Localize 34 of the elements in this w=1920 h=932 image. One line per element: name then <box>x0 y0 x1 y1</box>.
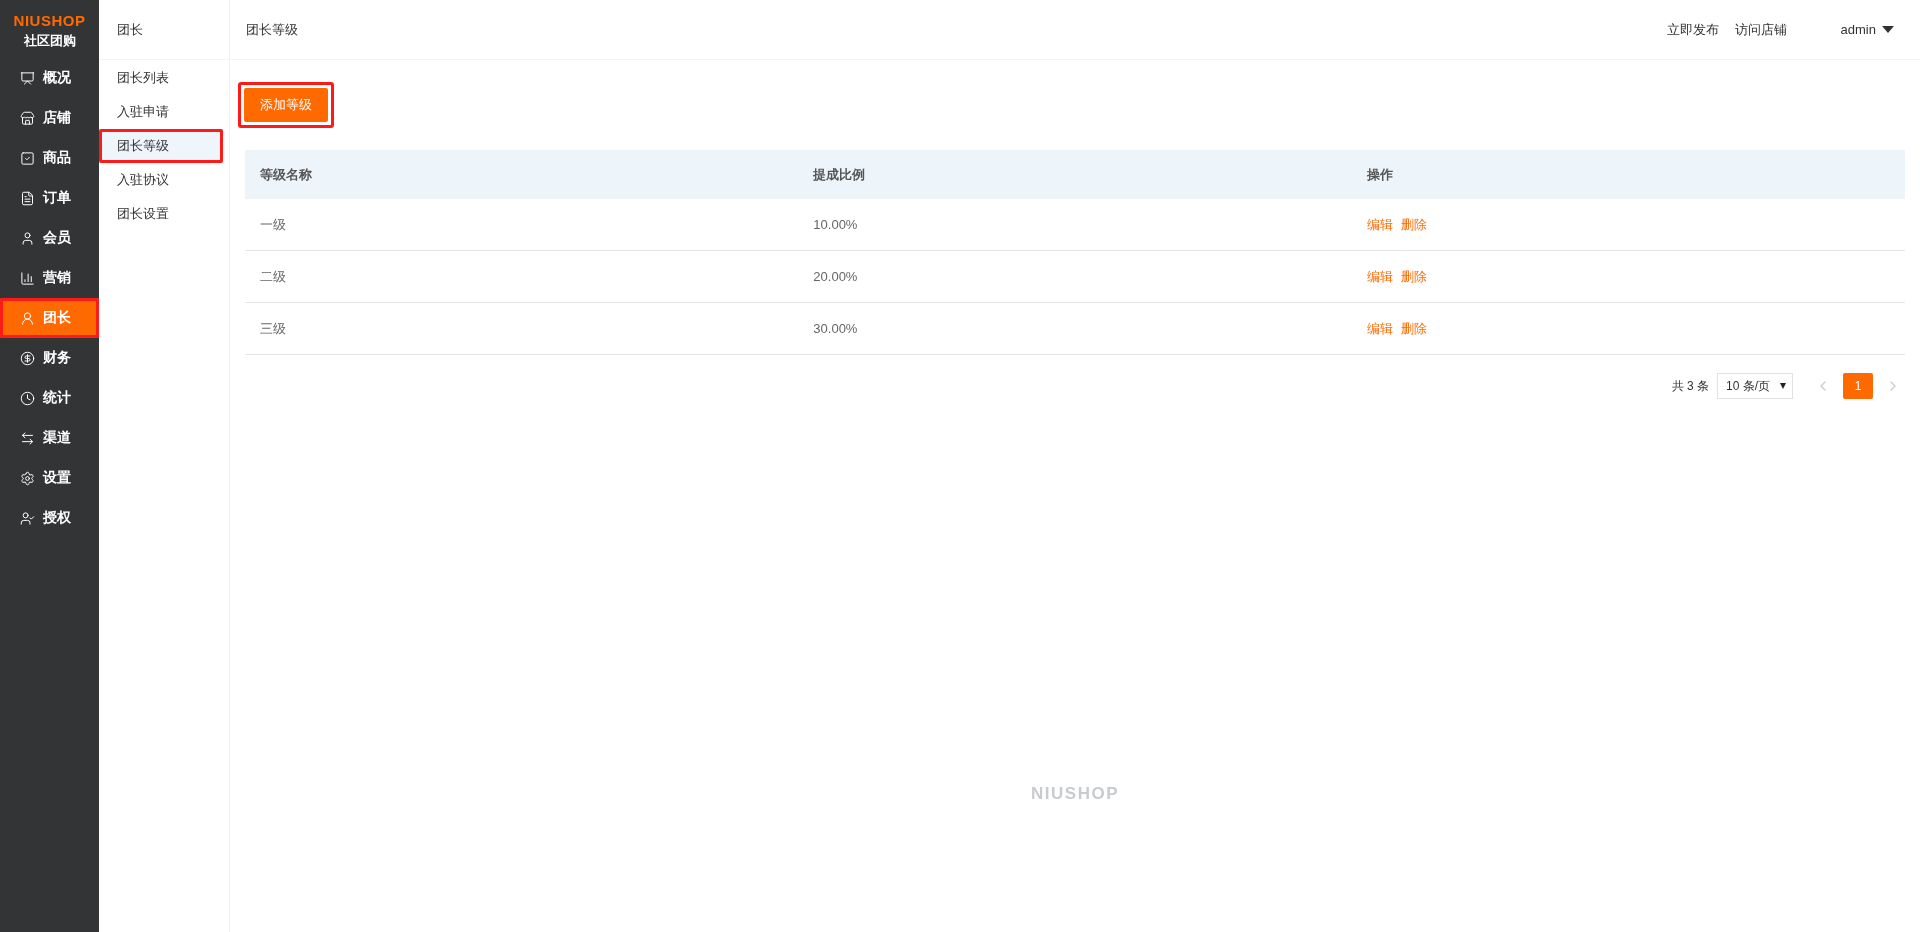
table-cell-text: 30.00% <box>812 321 859 336</box>
nav-item[interactable]: 会员 <box>0 218 99 258</box>
column-header: 等级名称 <box>259 165 313 184</box>
total-count: 共 3 条 <box>1671 377 1709 395</box>
nav-item[interactable]: 设置 <box>0 458 99 498</box>
table-cell-text: 20.00% <box>812 269 859 284</box>
table-cell-text: 二级 <box>259 267 287 286</box>
nav-item[interactable]: 渠道 <box>0 418 99 458</box>
nav-item[interactable]: 店铺 <box>0 98 99 138</box>
column-header: 操作 <box>1365 165 1394 184</box>
nav-item[interactable]: 财务 <box>0 338 99 378</box>
page-title: 团长等级 <box>246 20 299 39</box>
nav-item[interactable]: 营销 <box>0 258 99 298</box>
nav-item[interactable]: 商品 <box>0 138 99 178</box>
sub-sidebar-title: 团长 <box>99 0 229 60</box>
nav-item[interactable]: 授权 <box>0 498 99 538</box>
brand-logo: NIUSHOP <box>13 12 86 29</box>
user-menu[interactable]: admin <box>1834 21 1900 38</box>
sub-nav-item[interactable]: 团长列表 <box>99 61 223 95</box>
sub-nav-item[interactable]: 入驻申请 <box>99 95 223 129</box>
table-cell-text: 三级 <box>259 319 287 338</box>
table-cell-text: 一级 <box>259 215 287 234</box>
sub-nav-item[interactable]: 入驻协议 <box>99 163 223 197</box>
header-link[interactable]: 访问店铺 <box>1734 20 1787 39</box>
nav-item[interactable]: 概况 <box>0 58 99 98</box>
sub-nav-item[interactable]: 团长设置 <box>99 197 223 231</box>
column-header: 提成比例 <box>812 165 867 184</box>
header-link[interactable]: 立即发布 <box>1666 20 1719 39</box>
brand-subtitle: 社区团购 <box>23 32 76 50</box>
sub-nav-item[interactable]: 团长等级 <box>99 129 223 163</box>
nav-item[interactable]: 订单 <box>0 178 99 218</box>
nav-item[interactable]: 统计 <box>0 378 99 418</box>
table-cell-text: 10.00% <box>812 217 859 232</box>
page-size-select[interactable]: 10 条/页 <box>1717 373 1793 399</box>
